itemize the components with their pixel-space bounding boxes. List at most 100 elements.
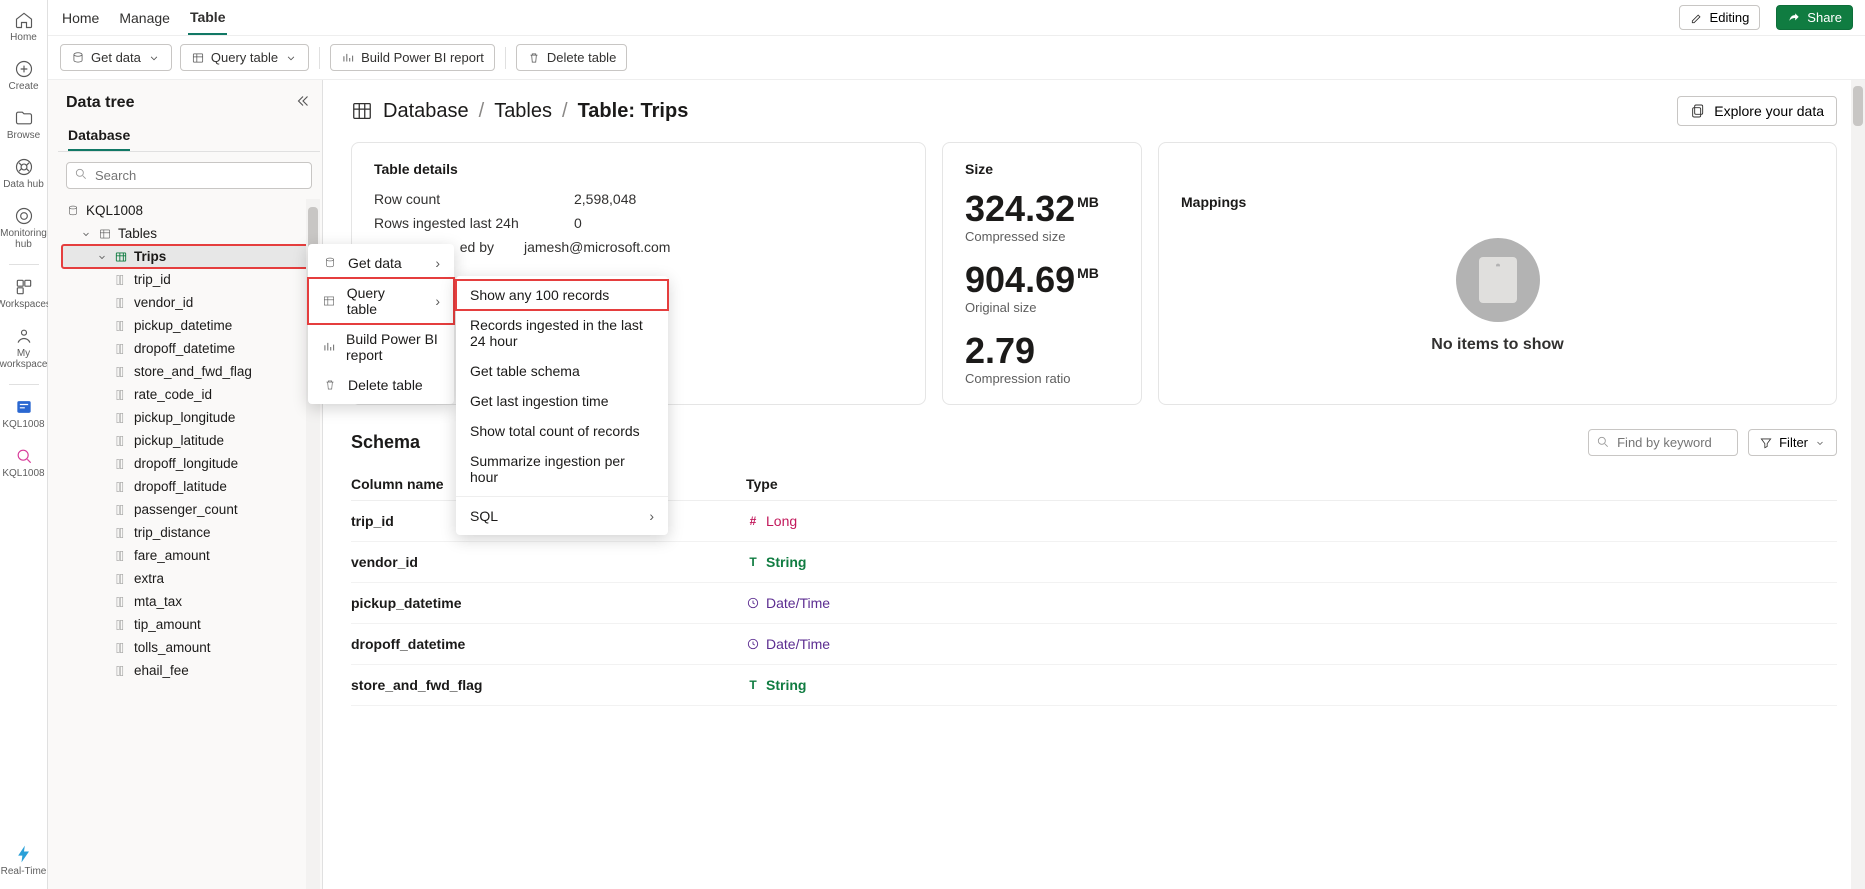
schema-col-type: TString bbox=[746, 554, 1837, 570]
panel-tab-database[interactable]: Database bbox=[68, 121, 130, 151]
left-rail: Home Create Browse Data hub Monitoring h… bbox=[0, 0, 48, 889]
context-submenu: Show any 100 records Records ingested in… bbox=[456, 276, 668, 535]
ribbon-label: Get data bbox=[91, 50, 141, 65]
crumb[interactable]: Tables bbox=[494, 100, 552, 123]
tree-label: store_and_fwd_flag bbox=[134, 364, 252, 379]
card-title: Mappings bbox=[1181, 194, 1246, 210]
tab-manage[interactable]: Manage bbox=[117, 2, 172, 34]
ribbon-delete-table[interactable]: Delete table bbox=[516, 44, 627, 71]
tab-home[interactable]: Home bbox=[60, 2, 101, 34]
filter-icon bbox=[1759, 436, 1773, 450]
chart-icon bbox=[322, 339, 336, 355]
crumb[interactable]: Database bbox=[383, 100, 469, 123]
tree-search-input[interactable] bbox=[66, 162, 312, 189]
ctx-show-100[interactable]: Show any 100 records bbox=[456, 280, 668, 310]
tree-column[interactable]: tolls_amount bbox=[62, 636, 316, 659]
tree-column[interactable]: dropoff_longitude bbox=[62, 452, 316, 475]
ctx-label: Records ingested in the last 24 hour bbox=[470, 317, 654, 349]
rail-home[interactable]: Home bbox=[0, 6, 48, 49]
column-icon bbox=[114, 365, 128, 379]
rail-label: Monitoring hub bbox=[0, 228, 48, 250]
rail-label: KQL1008 bbox=[2, 419, 44, 430]
tree-column[interactable]: dropoff_latitude bbox=[62, 475, 316, 498]
rail-label: Create bbox=[8, 81, 38, 92]
tree-column[interactable]: rate_code_id bbox=[62, 383, 316, 406]
tree-column[interactable]: store_and_fwd_flag bbox=[62, 360, 316, 383]
ctx-label: Get last ingestion time bbox=[470, 393, 609, 409]
chevron-right-icon: › bbox=[435, 293, 440, 309]
schema-row[interactable]: pickup_datetimeDate/Time bbox=[351, 583, 1837, 624]
button-label: Filter bbox=[1779, 435, 1808, 450]
tree-column[interactable]: pickup_datetime bbox=[62, 314, 316, 337]
rail-workspaces[interactable]: Workspaces bbox=[0, 273, 48, 316]
tree-column[interactable]: fare_amount bbox=[62, 544, 316, 567]
chevron-down-icon bbox=[1814, 437, 1826, 449]
tree-column[interactable]: ehail_fee bbox=[62, 659, 316, 682]
rail-datahub[interactable]: Data hub bbox=[0, 153, 48, 196]
ribbon-divider bbox=[505, 47, 506, 69]
rail-kql-a[interactable]: KQL1008 bbox=[0, 393, 48, 436]
ctx-delete-table[interactable]: Delete table bbox=[308, 370, 454, 400]
content-scrollbar[interactable] bbox=[1851, 80, 1865, 889]
tree-column[interactable]: tip_amount bbox=[62, 613, 316, 636]
scrollbar-thumb[interactable] bbox=[1853, 86, 1863, 126]
tree-label: tolls_amount bbox=[134, 640, 211, 655]
ctx-build-pbi[interactable]: Build Power BI report bbox=[308, 324, 454, 370]
ribbon-get-data[interactable]: Get data bbox=[60, 44, 172, 71]
editing-button[interactable]: Editing bbox=[1679, 5, 1761, 30]
empty-state-text: No items to show bbox=[1431, 336, 1563, 354]
database-icon bbox=[66, 204, 80, 218]
ribbon-query-table[interactable]: Query table bbox=[180, 44, 309, 71]
schema-search-input[interactable] bbox=[1588, 429, 1738, 456]
schema-row[interactable]: store_and_fwd_flagTString bbox=[351, 665, 1837, 706]
collapse-button[interactable] bbox=[294, 92, 312, 113]
tree-table-trips[interactable]: Trips bbox=[62, 245, 316, 268]
filter-button[interactable]: Filter bbox=[1748, 429, 1837, 456]
schema-col-type: Date/Time bbox=[746, 595, 1837, 611]
chevron-down-icon bbox=[80, 228, 92, 240]
column-icon bbox=[114, 618, 128, 632]
rail-kql-b[interactable]: KQL1008 bbox=[0, 442, 48, 485]
column-icon bbox=[114, 526, 128, 540]
tree-column[interactable]: extra bbox=[62, 567, 316, 590]
ctx-label: SQL bbox=[470, 508, 498, 524]
tree-tables[interactable]: Tables bbox=[62, 222, 316, 245]
rail-monitor[interactable]: Monitoring hub bbox=[0, 202, 48, 256]
explore-data-button[interactable]: Explore your data bbox=[1677, 96, 1837, 126]
tab-table[interactable]: Table bbox=[188, 1, 228, 35]
ribbon-build-pbi[interactable]: Build Power BI report bbox=[330, 44, 495, 71]
share-label: Share bbox=[1807, 10, 1842, 25]
ctx-summarize-hour[interactable]: Summarize ingestion per hour bbox=[456, 446, 668, 492]
column-icon bbox=[114, 457, 128, 471]
ribbon-label: Build Power BI report bbox=[361, 50, 484, 65]
ctx-query-table[interactable]: Query table › bbox=[308, 278, 454, 324]
tree-column[interactable]: trip_id bbox=[62, 268, 316, 291]
tree-column[interactable]: passenger_count bbox=[62, 498, 316, 521]
rail-create[interactable]: Create bbox=[0, 55, 48, 98]
tree-column[interactable]: trip_distance bbox=[62, 521, 316, 544]
ctx-sql[interactable]: SQL› bbox=[456, 501, 668, 531]
schema-row[interactable]: dropoff_datetimeDate/Time bbox=[351, 624, 1837, 665]
tree-column[interactable]: pickup_longitude bbox=[62, 406, 316, 429]
tree-column[interactable]: vendor_id bbox=[62, 291, 316, 314]
ctx-records-24h[interactable]: Records ingested in the last 24 hour bbox=[456, 310, 668, 356]
size-label: Compression ratio bbox=[965, 371, 1119, 386]
tree-column[interactable]: dropoff_datetime bbox=[62, 337, 316, 360]
tree-column[interactable]: pickup_latitude bbox=[62, 429, 316, 452]
ctx-total-count[interactable]: Show total count of records bbox=[456, 416, 668, 446]
schema-row[interactable]: vendor_idTString bbox=[351, 542, 1837, 583]
chevron-right-icon: › bbox=[435, 255, 440, 271]
tree-column[interactable]: mta_tax bbox=[62, 590, 316, 613]
button-label: Explore your data bbox=[1714, 103, 1824, 119]
ribbon-divider bbox=[319, 47, 320, 69]
ribbon-label: Query table bbox=[211, 50, 278, 65]
share-button[interactable]: Share bbox=[1776, 5, 1853, 30]
rail-realtime[interactable]: Real-Time bbox=[0, 840, 48, 883]
ctx-get-data[interactable]: Get data › bbox=[308, 248, 454, 278]
rail-myworkspace[interactable]: My workspace bbox=[0, 322, 48, 376]
tree-label: ehail_fee bbox=[134, 663, 189, 678]
rail-browse[interactable]: Browse bbox=[0, 104, 48, 147]
tree-root[interactable]: KQL1008 bbox=[62, 199, 316, 222]
ctx-get-schema[interactable]: Get table schema bbox=[456, 356, 668, 386]
ctx-last-ingestion[interactable]: Get last ingestion time bbox=[456, 386, 668, 416]
